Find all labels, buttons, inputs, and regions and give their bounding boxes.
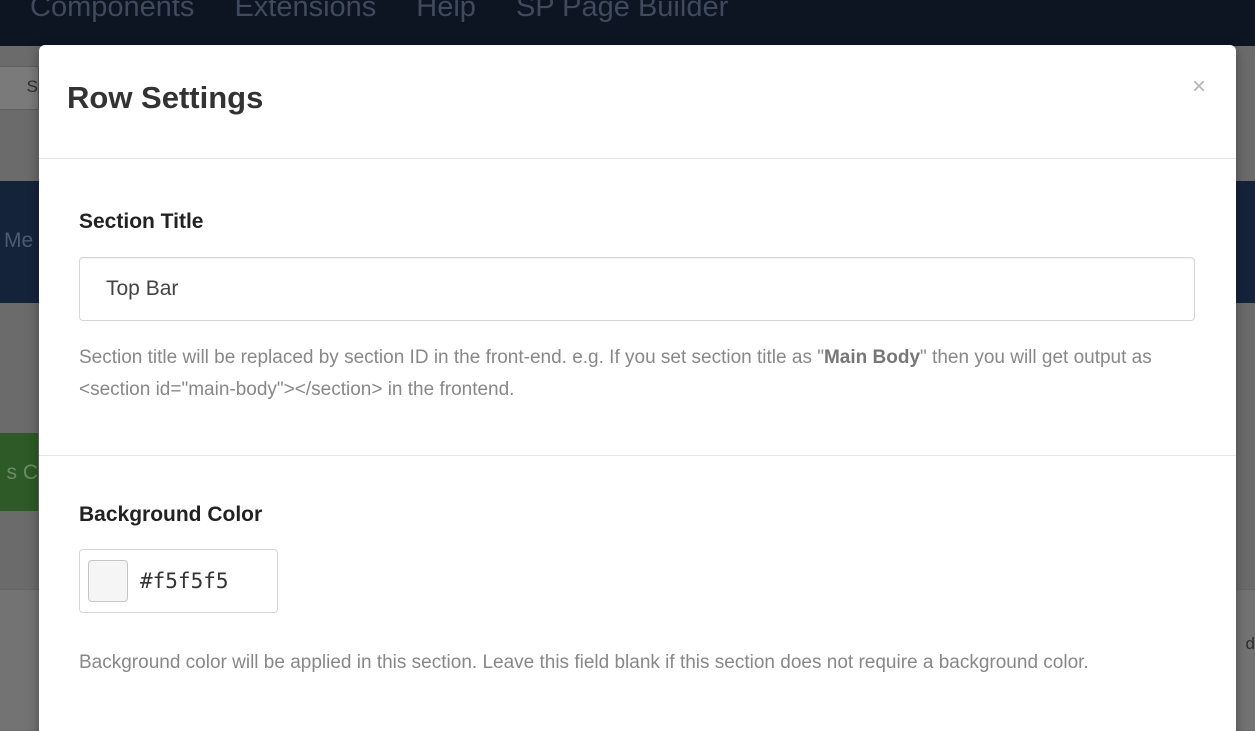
background-green-button: s C <box>0 433 38 511</box>
section-title-group: Section Title Section title will be repl… <box>39 159 1236 456</box>
section-title-label: Section Title <box>79 210 204 233</box>
section-title-help-text: Section title will be replaced by sectio… <box>79 347 824 368</box>
background-green-fragment: s C <box>6 461 39 484</box>
background-header-fragment: Me <box>4 229 34 252</box>
modal-title: Row Settings <box>67 80 264 115</box>
background-menu-page-builder: SP Page Builder <box>515 0 729 23</box>
background-right-fragment: d <box>1245 634 1255 653</box>
background-menu-items: Components Extensions Help SP Page Build… <box>30 0 728 24</box>
background-color-label: Background Color <box>79 503 263 526</box>
close-icon[interactable]: × <box>1192 75 1206 99</box>
modal-header: Row Settings × <box>39 45 1236 159</box>
background-color-input[interactable] <box>140 569 260 593</box>
background-top-menu: Components Extensions Help SP Page Build… <box>0 0 1255 46</box>
background-color-group: Background Color Background color will b… <box>39 456 1236 731</box>
section-title-input[interactable] <box>79 257 1195 321</box>
color-swatch[interactable] <box>88 560 128 602</box>
background-toolbar-fragment: S <box>26 77 38 96</box>
background-toolbar-button: S <box>0 66 39 110</box>
background-menu-components: Components <box>30 0 195 23</box>
row-settings-modal: Row Settings × Section Title Section tit… <box>39 45 1236 731</box>
background-color-field[interactable] <box>79 549 278 613</box>
background-menu-extensions: Extensions <box>234 0 377 23</box>
section-title-help-bold: Main Body <box>823 347 921 368</box>
background-color-help: Background color will be applied in this… <box>79 652 1089 673</box>
section-title-help: Section title will be replaced by sectio… <box>79 342 1189 406</box>
background-menu-help: Help <box>416 0 476 23</box>
